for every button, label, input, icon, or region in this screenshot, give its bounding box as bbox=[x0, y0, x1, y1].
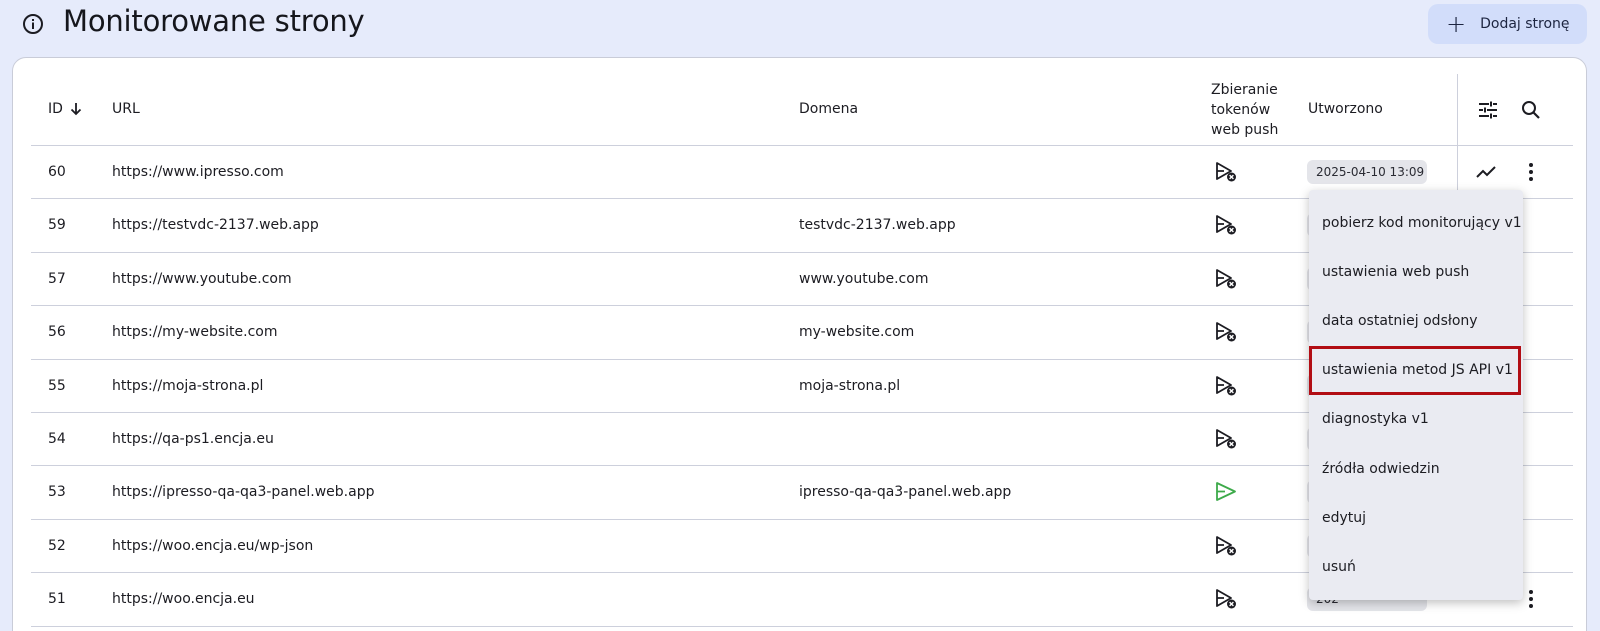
row-url[interactable]: https://www.ipresso.com bbox=[112, 164, 284, 180]
row-url[interactable]: https://www.youtube.com bbox=[112, 271, 292, 287]
menu-item[interactable]: diagnostyka v1 bbox=[1309, 395, 1523, 444]
more-vert-icon[interactable] bbox=[1519, 160, 1543, 184]
row-url[interactable]: https://my-website.com bbox=[112, 324, 278, 340]
row-id: 55 bbox=[48, 377, 66, 394]
column-created-header[interactable]: Utworzono bbox=[1308, 101, 1383, 117]
send-off-icon bbox=[1214, 160, 1238, 184]
row-id: 60 bbox=[48, 164, 66, 180]
row-id: 51 bbox=[48, 591, 66, 608]
column-domain-header[interactable]: Domena bbox=[799, 101, 858, 117]
row-domain: my-website.com bbox=[799, 324, 915, 341]
send-off-icon bbox=[1214, 374, 1238, 398]
row-domain: testvdc-2137.web.app bbox=[799, 217, 956, 234]
send-off-icon bbox=[1214, 534, 1238, 558]
send-off-icon bbox=[1214, 587, 1238, 611]
row-id: 54 bbox=[48, 430, 66, 447]
page-header: Monitorowane strony + Dodaj stronę bbox=[0, 0, 1600, 52]
row-url[interactable]: https://ipresso-qa-qa3-panel.web.app bbox=[112, 484, 374, 500]
row-id: 59 bbox=[48, 217, 66, 234]
send-off-icon bbox=[1214, 427, 1238, 451]
row-url[interactable]: https://qa-ps1.encja.eu bbox=[112, 431, 274, 447]
row-url[interactable]: https://woo.encja.eu bbox=[112, 591, 255, 607]
row-id: 53 bbox=[48, 484, 66, 501]
trending-icon[interactable] bbox=[1474, 160, 1498, 184]
row-domain: moja-strona.pl bbox=[799, 377, 901, 394]
row-url[interactable]: https://testvdc-2137.web.app bbox=[112, 217, 319, 233]
header-divider bbox=[1457, 74, 1458, 146]
column-token-header[interactable]: Zbieranie tokenów web push bbox=[1211, 80, 1291, 140]
add-site-button[interactable]: + Dodaj stronę bbox=[1428, 4, 1587, 44]
plus-icon: + bbox=[1446, 10, 1467, 38]
column-url-header[interactable]: URL bbox=[112, 101, 140, 117]
menu-item[interactable]: ustawienia metod JS API v1 bbox=[1309, 345, 1521, 395]
row-id: 52 bbox=[48, 537, 66, 554]
menu-item[interactable]: edytuj bbox=[1309, 493, 1523, 542]
row-url[interactable]: https://moja-strona.pl bbox=[112, 378, 263, 394]
tune-icon[interactable] bbox=[1476, 98, 1500, 122]
row-domain: ipresso-qa-qa3-panel.web.app bbox=[799, 484, 1012, 501]
page-title: Monitorowane strony bbox=[63, 4, 365, 38]
send-off-icon bbox=[1214, 213, 1238, 237]
menu-item[interactable]: data ostatniej odsłony bbox=[1309, 296, 1523, 345]
menu-item[interactable]: usuń bbox=[1309, 542, 1523, 591]
add-site-label: Dodaj stronę bbox=[1480, 16, 1570, 32]
menu-item[interactable]: ustawienia web push bbox=[1309, 247, 1523, 296]
send-off-icon bbox=[1214, 267, 1238, 291]
column-id-label: ID bbox=[48, 101, 63, 117]
send-off-icon bbox=[1214, 320, 1238, 344]
menu-item[interactable]: pobierz kod monitorujący v1 bbox=[1309, 198, 1523, 247]
menu-item[interactable]: źródła odwiedzin bbox=[1309, 444, 1523, 493]
arrow-down-icon bbox=[70, 103, 82, 116]
row-domain: www.youtube.com bbox=[799, 270, 929, 287]
column-id-header[interactable]: ID bbox=[48, 101, 83, 117]
search-icon[interactable] bbox=[1519, 98, 1543, 122]
send-icon bbox=[1214, 480, 1238, 504]
table-header: ID URL Domena Zbieranie tokenów web push… bbox=[31, 74, 1573, 146]
created-date-badge: 2025-04-10 13:09 bbox=[1307, 160, 1427, 184]
row-actions-menu: pobierz kod monitorujący v1 ustawienia we… bbox=[1309, 190, 1523, 600]
info-icon[interactable] bbox=[21, 12, 45, 36]
row-url[interactable]: https://woo.encja.eu/wp-json bbox=[112, 538, 313, 554]
row-id: 56 bbox=[48, 324, 66, 341]
row-id: 57 bbox=[48, 270, 66, 287]
